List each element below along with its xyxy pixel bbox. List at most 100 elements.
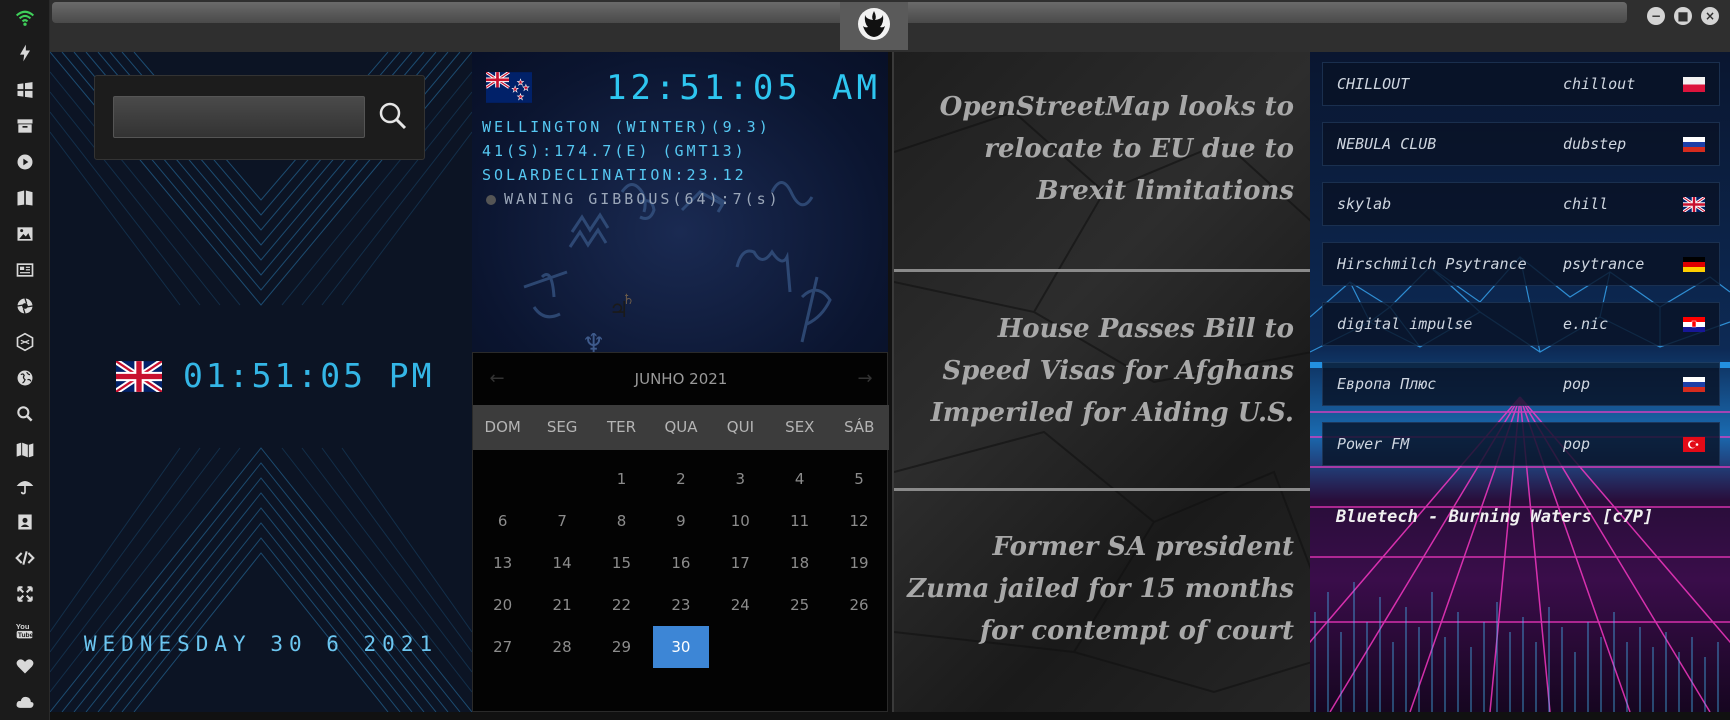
aperture-icon[interactable] (13, 294, 37, 318)
moon-phase: WANING GIBBOUS(64):7(s) (486, 190, 781, 208)
calendar-day[interactable]: 11 (770, 500, 829, 542)
search-input[interactable] (113, 96, 365, 138)
radio-station[interactable]: NEBULA CLUB dubstep (1322, 122, 1720, 166)
expand-icon[interactable] (13, 582, 37, 606)
search-icon[interactable] (13, 402, 37, 426)
book-icon[interactable] (13, 186, 37, 210)
calendar-day[interactable]: 3 (711, 458, 770, 500)
calendar-day[interactable]: 28 (532, 626, 591, 668)
news-separator (894, 269, 1310, 272)
calendar-day[interactable]: 6 (473, 500, 532, 542)
calendar-day[interactable]: 8 (592, 500, 651, 542)
calendar-day[interactable]: 16 (651, 542, 710, 584)
news-headline[interactable]: House Passes Bill to Speed Visas for Afg… (904, 308, 1294, 434)
radio-station[interactable]: Hirschmilch Psytrance psytrance (1322, 242, 1720, 286)
radio-station[interactable]: CHILLOUT chillout (1322, 62, 1720, 106)
calendar-day[interactable]: 20 (473, 584, 532, 626)
calendar-day[interactable]: 19 (829, 542, 888, 584)
russia-flag-icon (1683, 377, 1705, 392)
calendar-day[interactable]: 13 (473, 542, 532, 584)
calendar-day[interactable]: 2 (651, 458, 710, 500)
weekday-label: QUI (726, 418, 754, 436)
weekday-label: QUA (664, 418, 698, 436)
weekday-label: SEX (785, 418, 815, 436)
umbrella-icon[interactable] (13, 474, 37, 498)
calendar-day[interactable]: 4 (770, 458, 829, 500)
calendar-day-selected[interactable]: 30 (653, 626, 709, 668)
calendar-day[interactable]: 9 (651, 500, 710, 542)
next-month-button[interactable]: → (853, 366, 877, 390)
calendar-day[interactable]: 12 (829, 500, 888, 542)
calendar-day[interactable]: 7 (532, 500, 591, 542)
calendar-day[interactable]: 26 (829, 584, 888, 626)
calendar-day[interactable]: 24 (711, 584, 770, 626)
radio-station[interactable]: skylab chill (1322, 182, 1720, 226)
calendar-day[interactable]: 29 (592, 626, 651, 668)
minimize-button[interactable]: − (1647, 7, 1665, 25)
weekday-label: TER (607, 418, 637, 436)
code-icon[interactable] (13, 546, 37, 570)
radio-station[interactable]: Европа Плюс pop (1322, 362, 1720, 406)
cloud-icon[interactable] (13, 690, 37, 714)
calendar-blank-cell (473, 458, 532, 500)
calendar-day[interactable]: 1 (592, 458, 651, 500)
calendar-widget: ← JUNHO 2021 → DOM SEG TER QUA QUI SEX S… (472, 352, 889, 712)
calendar-day[interactable]: 18 (770, 542, 829, 584)
heart-icon[interactable] (13, 654, 37, 678)
calendar-day[interactable]: 27 (473, 626, 532, 668)
news-headline[interactable]: OpenStreetMap looks to relocate to EU du… (904, 86, 1294, 212)
station-genre: chill (1563, 195, 1609, 213)
calendar-day[interactable]: 10 (711, 500, 770, 542)
youtube-icon[interactable]: You Tube (13, 618, 37, 642)
calendar-weekdays: DOM SEG TER QUA QUI SEX SÁB (473, 405, 889, 450)
title-bar: − ■ × (50, 0, 1730, 52)
station-name: Hirschmilch Psytrance (1337, 255, 1527, 273)
world-time: 12:51:05 (606, 68, 802, 108)
calendar-day[interactable]: 25 (770, 584, 829, 626)
calendar-day[interactable]: 22 (592, 584, 651, 626)
svg-text:Tube: Tube (18, 632, 34, 639)
radio-station[interactable]: digital impulse e.nic (1322, 302, 1720, 346)
radio-station[interactable]: Power FM pop (1322, 422, 1720, 466)
calendar-month-label: JUNHO 2021 (634, 370, 728, 388)
lightning-icon[interactable] (13, 41, 37, 65)
weekday-label: SEG (546, 418, 578, 436)
search-icon[interactable] (375, 98, 411, 134)
calendar-day[interactable]: 5 (829, 458, 888, 500)
calendar-day[interactable]: 14 (532, 542, 591, 584)
poland-flag-icon (1683, 77, 1705, 92)
map-icon[interactable] (13, 438, 37, 462)
archive-icon[interactable] (13, 114, 37, 138)
hexagon-icon[interactable] (13, 330, 37, 354)
local-time: 01:51:05 PM (183, 356, 435, 395)
station-name: digital impulse (1337, 315, 1473, 333)
news-headline[interactable]: Former SA president Zuma jailed for 15 m… (904, 526, 1294, 652)
svg-text:You: You (16, 622, 30, 631)
globe-icon[interactable] (13, 366, 37, 390)
calendar-day[interactable]: 23 (651, 584, 710, 626)
rebel-alliance-icon (858, 8, 890, 40)
calendar-day[interactable]: 17 (711, 542, 770, 584)
calendar-grid: 1 2 3 4 5 6 7 8 9 10 11 12 13 14 15 16 17 18 19 20 21 22 23 24 2… (473, 458, 889, 668)
russia-flag-icon (1683, 137, 1705, 152)
play-icon[interactable] (13, 150, 37, 174)
radio-panel: CHILLOUT chillout NEBULA CLUB dubstep sk… (1310, 52, 1730, 712)
news-icon[interactable] (13, 258, 37, 282)
news-separator (894, 488, 1310, 491)
calendar-day[interactable]: 15 (592, 542, 651, 584)
svg-text:♄: ♄ (622, 292, 635, 308)
app-logo-tab[interactable] (840, 2, 908, 50)
maximize-button[interactable]: ■ (1674, 7, 1692, 25)
sidebar: You Tube (0, 0, 50, 720)
close-button[interactable]: × (1701, 7, 1719, 25)
uk-flag-icon (116, 361, 162, 392)
windows-icon[interactable] (13, 78, 37, 102)
wifi-icon[interactable] (13, 6, 37, 30)
image-icon[interactable] (13, 222, 37, 246)
calendar-day[interactable]: 21 (532, 584, 591, 626)
calendar-blank-cell (532, 458, 591, 500)
contacts-icon[interactable] (13, 510, 37, 534)
croatia-flag-icon (1683, 317, 1705, 332)
station-name: NEBULA CLUB (1337, 135, 1437, 153)
station-name: Европа Плюс (1337, 375, 1437, 393)
